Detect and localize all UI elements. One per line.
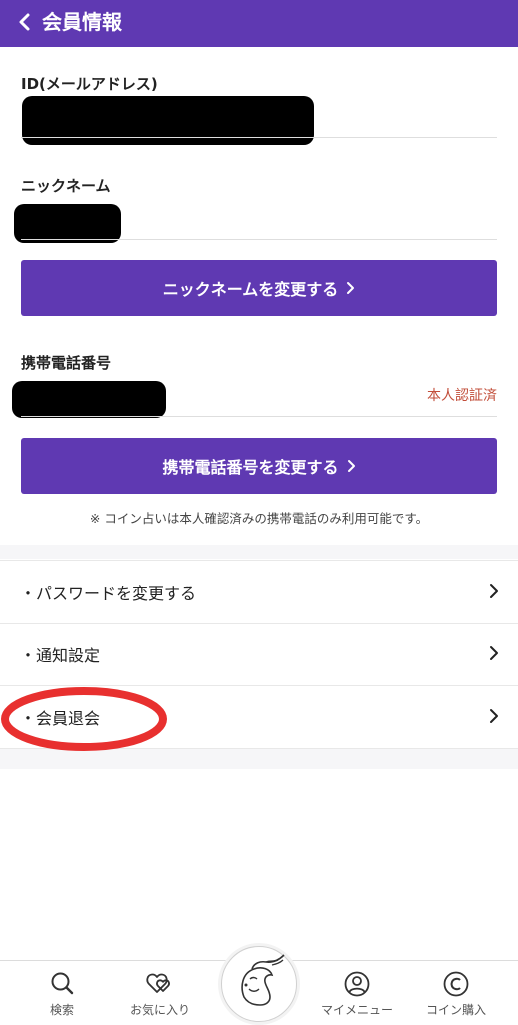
menu-item-label: ・会員退会 [20,709,101,728]
nav-label: コイン購入 [425,1003,486,1017]
phone-divider [21,416,497,417]
chevron-right-icon [490,646,498,660]
nav-label: お気に入り [129,1003,190,1017]
nav-item-favorites[interactable]: お気に入り [110,961,210,1025]
phone-label: 携帯電話番号 [21,354,112,372]
change-phone-button[interactable]: 携帯電話番号を変更する [21,438,497,494]
nav-label: マイメニュー [320,1003,393,1017]
nickname-divider [21,239,497,240]
fortune-teller-logo-icon [241,954,285,1006]
user-icon [344,971,370,997]
nav-item-buy-coins[interactable]: コイン購入 [406,961,506,1025]
nickname-label: ニックネーム [21,177,111,195]
menu-item-label: ・通知設定 [20,646,101,665]
home-logo-button[interactable] [221,946,297,1022]
page-title: 会員情報 [42,10,122,34]
nav-item-search[interactable]: 検索 [12,961,112,1025]
chevron-right-icon [347,282,355,294]
heart-icon [146,973,170,993]
menu-item-notification-settings[interactable]: ・通知設定 [0,623,518,686]
id-label: ID(メールアドレス) [21,75,158,93]
section-divider [0,545,518,559]
redacted-phone [12,381,166,418]
change-nickname-label: ニックネームを変更する [162,280,339,299]
change-phone-label: 携帯電話番号を変更する [162,458,339,477]
id-divider [21,137,497,138]
nav-item-my-menu[interactable]: マイメニュー [307,961,407,1025]
section-divider [0,749,518,769]
redacted-nickname [14,204,121,243]
menu-item-withdraw-membership[interactable]: ・会員退会 [0,686,518,749]
menu-item-change-password[interactable]: ・パスワードを変更する [0,560,518,624]
app-header: 会員情報 [0,0,518,47]
chevron-right-icon [347,460,355,472]
menu-item-label: ・パスワードを変更する [20,584,197,603]
search-icon [51,972,74,995]
coin-fortune-note: ※ コイン占いは本人確認済みの携帯電話のみ利用可能です。 [89,511,429,526]
chevron-right-icon [490,584,498,598]
chevron-right-icon [490,709,498,723]
verified-status: 本人認証済 [427,388,497,404]
change-nickname-button[interactable]: ニックネームを変更する [21,260,497,316]
chevron-left-icon[interactable] [14,11,36,33]
coin-icon [443,971,469,997]
nav-label: 検索 [49,1003,74,1017]
